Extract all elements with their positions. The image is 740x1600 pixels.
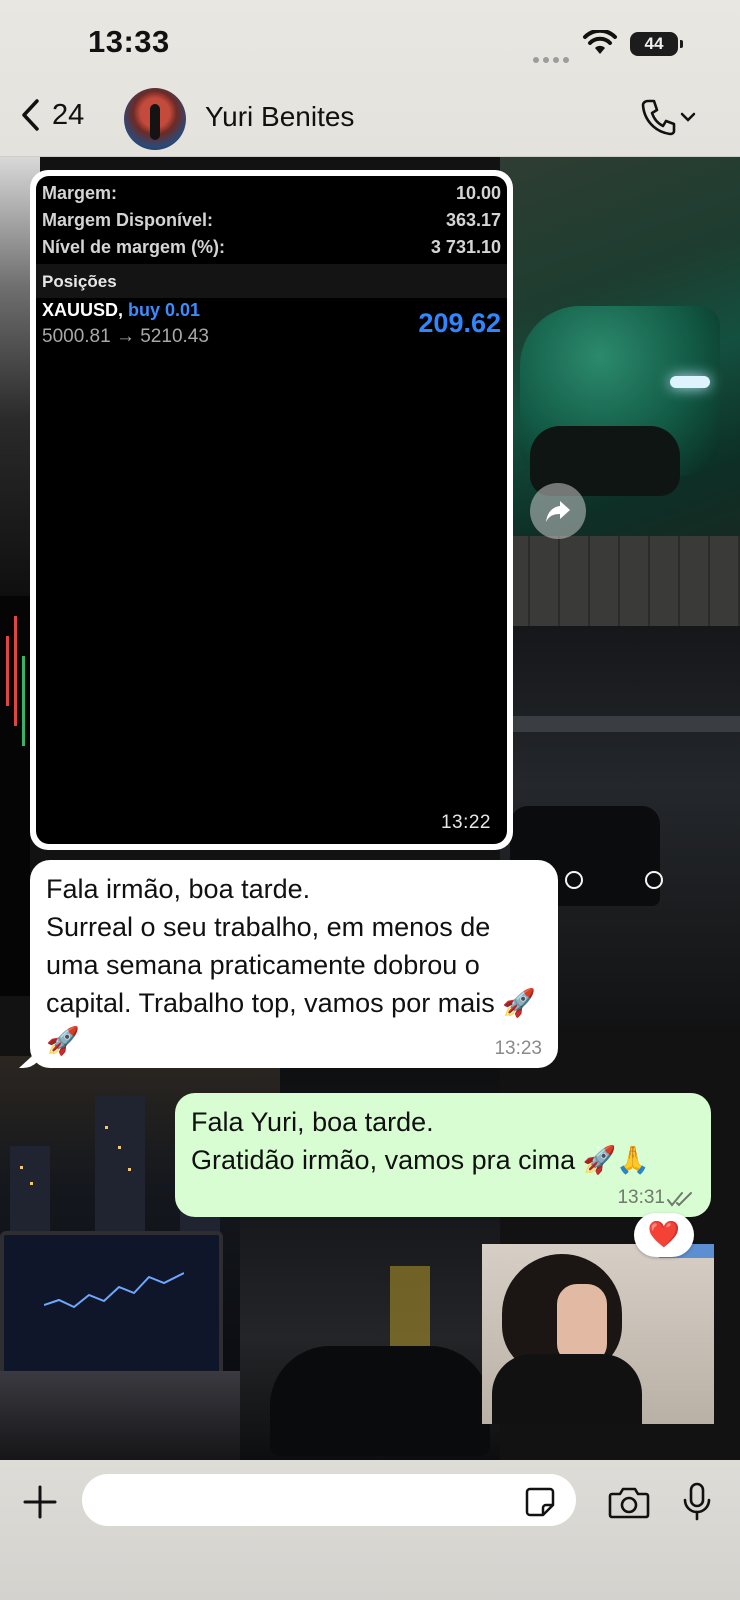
account-row-free-margin: Margem Disponível: 363.17 <box>42 210 501 230</box>
wallpaper-green-car-photo <box>500 156 740 626</box>
trading-screenshot[interactable]: Margem: 10.00 Margem Disponível: 363.17 … <box>36 176 507 844</box>
message-text: Fala Yuri, boa tarde. Gratidão irmão, va… <box>191 1107 650 1175</box>
wallpaper-trading-chart <box>0 596 30 996</box>
position-symbol: XAUUSD, buy 0.01 <box>42 300 201 320</box>
battery-icon: 44 <box>630 32 683 56</box>
message-input[interactable] <box>82 1474 576 1526</box>
heart-reaction[interactable]: ❤️ <box>634 1213 694 1257</box>
message-input-bar <box>0 1460 740 1600</box>
forward-icon <box>546 501 570 522</box>
back-button[interactable]: 24 <box>20 98 84 132</box>
unread-count: 24 <box>52 98 85 131</box>
heart-icon: ❤️ <box>647 1219 681 1249</box>
contact-name[interactable]: Yuri Benites <box>205 101 354 133</box>
microphone-icon[interactable] <box>682 1482 712 1522</box>
chevron-down-icon <box>680 112 696 122</box>
wallpaper-black-car-photo <box>240 1216 500 1460</box>
cellular-signal-icon <box>533 50 573 63</box>
contact-avatar[interactable] <box>124 88 186 150</box>
chevron-left-icon <box>22 99 39 131</box>
position-profit: 209.62 <box>418 308 501 338</box>
position-side: buy 0.01 <box>128 300 201 320</box>
wallpaper-laptop-base <box>0 1371 240 1460</box>
forward-button[interactable] <box>530 483 586 539</box>
wallpaper-laptop-photo <box>0 1231 223 1379</box>
outgoing-message[interactable]: Fala Yuri, boa tarde. Gratidão irmão, va… <box>175 1093 711 1217</box>
position-prices: 5000.81 → 5210.43 <box>42 326 209 347</box>
positions-header: Posições <box>36 264 507 298</box>
account-row-margin-level: Nível de margem (%): 3 731.10 <box>42 237 501 257</box>
sticker-icon[interactable] <box>524 1486 556 1518</box>
wifi-icon <box>583 30 617 54</box>
plus-icon[interactable] <box>22 1484 58 1520</box>
message-timestamp: 13:23 <box>494 1038 542 1059</box>
message-text: Fala irmão, boa tarde. Surreal o seu tra… <box>46 874 536 1056</box>
message-timestamp: 13:22 <box>440 812 491 833</box>
chat-header: 13:33 44 24 Yuri Benites <box>0 0 740 157</box>
phone-icon <box>641 99 676 136</box>
wallpaper-child-photo <box>482 1244 714 1424</box>
status-bar-time: 13:33 <box>88 24 170 59</box>
double-check-icon <box>667 1192 692 1207</box>
account-row-margin: Margem: 10.00 <box>42 183 501 203</box>
voice-call-button[interactable] <box>640 98 696 136</box>
camera-icon[interactable] <box>608 1484 650 1520</box>
image-message[interactable]: Margem: 10.00 Margem Disponível: 363.17 … <box>30 170 513 850</box>
message-timestamp: 13:31 <box>617 1187 665 1208</box>
incoming-message[interactable]: Fala irmão, boa tarde. Surreal o seu tra… <box>30 860 558 1068</box>
